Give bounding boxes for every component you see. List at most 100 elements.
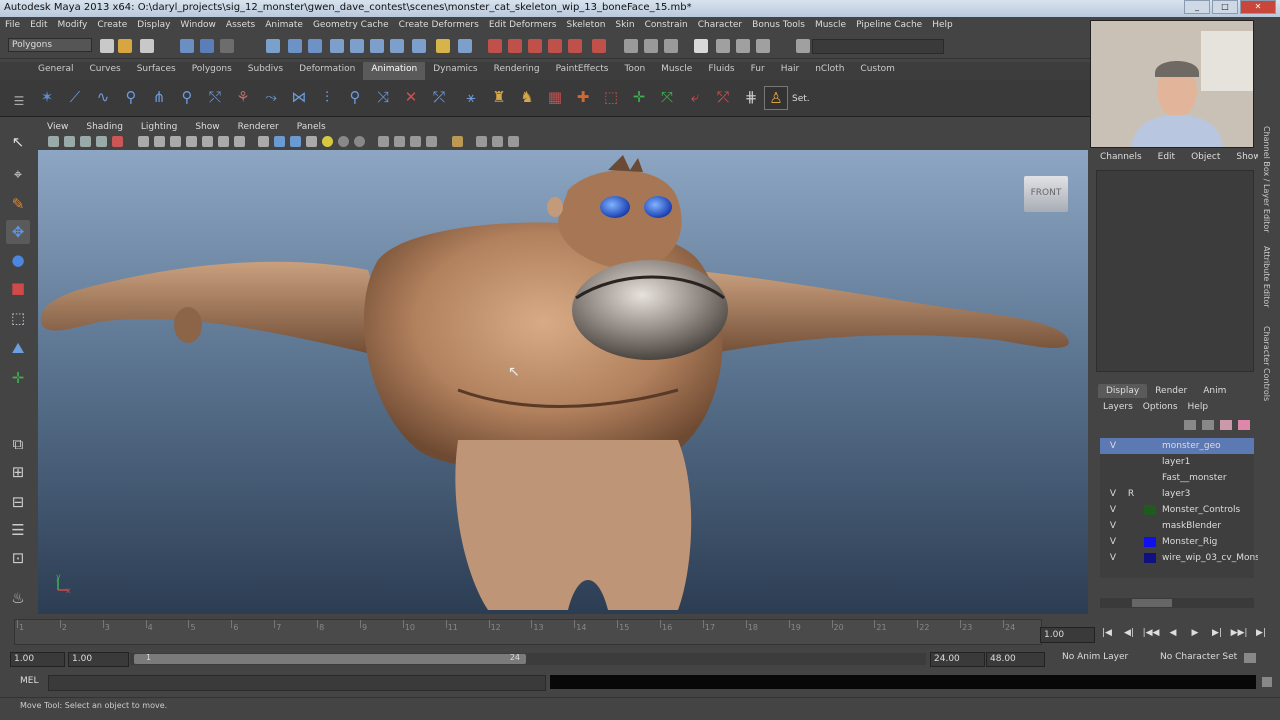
menu-display[interactable]: Display <box>132 17 175 34</box>
menu-skin[interactable]: Skin <box>610 17 639 34</box>
layer-color-swatch[interactable] <box>1144 537 1156 547</box>
snap-to-points-icon[interactable] <box>528 39 542 53</box>
layer-row[interactable]: V maskBlender <box>1100 518 1254 534</box>
nonlinear-icon[interactable]: ⬚ <box>600 86 622 108</box>
motion-blur-icon[interactable] <box>492 136 503 147</box>
scale-tool-icon[interactable]: ■ <box>6 276 30 300</box>
play-backwards-button[interactable]: ◀ <box>1164 625 1182 641</box>
panel-menu-shading[interactable]: Shading <box>77 120 132 134</box>
safe-action-icon[interactable] <box>218 136 229 147</box>
panel-menu-view[interactable]: View <box>38 120 77 134</box>
menu-skeleton[interactable]: Skeleton <box>562 17 611 34</box>
select-by-misc-icon[interactable] <box>412 39 426 53</box>
shelf-tab-polygons[interactable]: Polygons <box>184 62 240 80</box>
shelf-tab-fluids[interactable]: Fluids <box>700 62 742 80</box>
snap-to-view-planes-icon[interactable] <box>548 39 562 53</box>
persp-graph-layout-icon[interactable]: ☰ <box>6 518 30 542</box>
range-bar[interactable]: 1 24 <box>130 653 926 665</box>
menu-character[interactable]: Character <box>693 17 747 34</box>
image-plane-icon[interactable] <box>96 136 107 147</box>
go-to-start-button[interactable]: |◀ <box>1098 625 1116 641</box>
rotate-tool-icon[interactable]: ● <box>6 248 30 272</box>
layer-menu-options[interactable]: Options <box>1138 400 1183 414</box>
layer-color-swatch[interactable] <box>1144 489 1156 499</box>
close-button[interactable]: ✕ <box>1240 0 1276 14</box>
menu-create[interactable]: Create <box>92 17 132 34</box>
channel-box-menu-edit[interactable]: Edit <box>1150 150 1183 166</box>
move-tool-icon[interactable]: ✥ <box>6 220 30 244</box>
layer-row[interactable]: V wire_wip_03_cv_Monster <box>1100 550 1273 566</box>
scale-constraint-icon[interactable]: ⚲ <box>344 86 366 108</box>
shelf-tab-hair[interactable]: Hair <box>773 62 807 80</box>
layer-color-swatch[interactable] <box>1144 457 1156 467</box>
select-by-deformation-icon[interactable] <box>350 39 364 53</box>
select-component-icon[interactable] <box>220 39 234 53</box>
grid-icon[interactable] <box>138 136 149 147</box>
select-tool-icon[interactable]: ↖ <box>6 130 30 154</box>
xray-icon[interactable] <box>306 136 317 147</box>
layer-type-toggle[interactable]: R <box>1124 486 1138 502</box>
layer-visibility-toggle[interactable]: V <box>1106 534 1120 550</box>
move-layer-up-icon[interactable] <box>1184 420 1196 430</box>
shadows-icon[interactable] <box>354 136 365 147</box>
shelf-menu-icon[interactable]: ☰ <box>8 90 30 112</box>
smooth-shade-icon[interactable] <box>274 136 285 147</box>
animation-start-field[interactable]: 1.00 <box>10 652 65 667</box>
render-current-frame-icon[interactable] <box>624 39 638 53</box>
high-quality-rendering-icon[interactable] <box>452 136 463 147</box>
paint-weights-icon[interactable]: ⚲ <box>176 86 198 108</box>
step-forward-key-button[interactable]: ▶▶| <box>1230 625 1248 641</box>
menu-geometry-cache[interactable]: Geometry Cache <box>308 17 394 34</box>
menu-modify[interactable]: Modify <box>53 17 93 34</box>
shelf-tab-animation[interactable]: Animation <box>363 62 426 80</box>
viewcube[interactable]: FRONT <box>1024 176 1068 212</box>
show-modeling-toolkit-icon[interactable] <box>694 39 708 53</box>
blend-shape-icon[interactable]: ♜ <box>488 86 510 108</box>
scrollbar-thumb[interactable] <box>1132 599 1172 607</box>
pole-vector-icon[interactable]: ✕ <box>400 86 422 108</box>
select-by-handle-icon[interactable] <box>266 39 280 53</box>
select-hierarchy-icon[interactable] <box>180 39 194 53</box>
perspective-viewport[interactable]: y x FRONT ↖ <box>38 150 1088 614</box>
show-channel-box-icon[interactable] <box>756 39 770 53</box>
show-manipulator-icon[interactable]: ✛ <box>6 366 30 390</box>
xray-active-components-icon[interactable] <box>410 136 421 147</box>
menu-file[interactable]: File <box>0 17 25 34</box>
show-tool-settings-icon[interactable] <box>736 39 750 53</box>
layer-tab-display[interactable]: Display <box>1098 384 1148 398</box>
menu-window[interactable]: Window <box>175 17 221 34</box>
layer-color-swatch[interactable] <box>1144 473 1156 483</box>
shelf-tab-ncloth[interactable]: nCloth <box>807 62 852 80</box>
layer-color-swatch[interactable] <box>1144 505 1156 515</box>
select-object-icon[interactable] <box>200 39 214 53</box>
playback-end-field[interactable]: 24.00 <box>930 652 985 667</box>
shelf-tab-muscle[interactable]: Muscle <box>653 62 700 80</box>
curve-control-icon[interactable]: ⤧ <box>656 86 678 108</box>
ik-handle-tool-icon[interactable]: ⟋ <box>64 86 86 108</box>
shelf-tab-dynamics[interactable]: Dynamics <box>425 62 485 80</box>
select-by-rendering-icon[interactable] <box>390 39 404 53</box>
geometry-constraint-icon[interactable]: ⤱ <box>428 86 450 108</box>
field-chart-icon[interactable] <box>202 136 213 147</box>
shelf-tab-painteffects[interactable]: PaintEffects <box>548 62 617 80</box>
set-driven-key-icon[interactable]: ⚹ <box>460 86 482 108</box>
menu-constrain[interactable]: Constrain <box>640 17 693 34</box>
film-gate-icon[interactable] <box>154 136 165 147</box>
layer-visibility-toggle[interactable]: V <box>1106 502 1120 518</box>
step-back-key-button[interactable]: ◀| <box>1120 625 1138 641</box>
center-pivot-icon[interactable]: ⋕ <box>740 86 762 108</box>
layer-color-swatch[interactable] <box>1144 441 1156 451</box>
point-constraint-icon[interactable]: ⤳ <box>260 86 282 108</box>
side-tab-channel-box[interactable]: Channel Box / Layer Editor <box>1262 126 1271 233</box>
step-forward-frame-button[interactable]: ▶| <box>1208 625 1226 641</box>
channel-box-menu-object[interactable]: Object <box>1183 150 1228 166</box>
select-camera-icon[interactable] <box>48 136 59 147</box>
shelf-tab-general[interactable]: General <box>30 62 81 80</box>
freeze-transform-icon[interactable]: ⤶ <box>684 86 706 108</box>
go-to-end-button[interactable]: ▶| <box>1252 625 1270 641</box>
command-input[interactable] <box>48 675 546 691</box>
shelf-tab-curves[interactable]: Curves <box>81 62 128 80</box>
panel-menu-renderer[interactable]: Renderer <box>229 120 288 134</box>
menu-set-dropdown[interactable]: Polygons <box>8 38 92 52</box>
select-by-joint-icon[interactable] <box>288 39 302 53</box>
